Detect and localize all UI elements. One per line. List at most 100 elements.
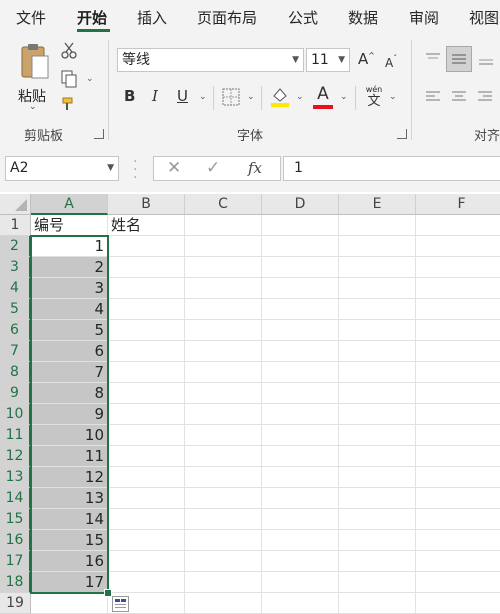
quick-analysis-icon[interactable] [112,596,129,612]
cell-A16[interactable]: 15 [31,530,108,551]
borders-icon[interactable] [222,88,240,106]
align-top-icon[interactable] [425,52,441,66]
phonetic-dropdown-icon[interactable]: ⌄ [389,92,397,102]
row-header-13[interactable]: 13 [0,467,31,488]
cell-E12[interactable] [339,446,416,467]
row-header-19[interactable]: 19 [0,593,31,614]
shrink-font-button[interactable]: Aˇ [385,53,397,71]
cell-B14[interactable] [108,488,185,509]
cell-F14[interactable] [416,488,500,509]
column-header-E[interactable]: E [339,194,416,215]
row-header-7[interactable]: 7 [0,341,31,362]
row-header-15[interactable]: 15 [0,509,31,530]
italic-button[interactable]: I [152,87,158,105]
row-header-10[interactable]: 10 [0,404,31,425]
cell-E16[interactable] [339,530,416,551]
cell-D2[interactable] [262,236,339,257]
cell-E19[interactable] [339,593,416,614]
cell-C9[interactable] [185,383,262,404]
cell-C14[interactable] [185,488,262,509]
cell-A14[interactable]: 13 [31,488,108,509]
cell-F6[interactable] [416,320,500,341]
cell-A11[interactable]: 10 [31,425,108,446]
tab-data[interactable]: 数据 [348,7,378,28]
cell-C10[interactable] [185,404,262,425]
cell-F11[interactable] [416,425,500,446]
cell-A3[interactable]: 2 [31,257,108,278]
row-header-4[interactable]: 4 [0,278,31,299]
cell-E14[interactable] [339,488,416,509]
cell-D1[interactable] [262,215,339,236]
row-header-14[interactable]: 14 [0,488,31,509]
cell-D4[interactable] [262,278,339,299]
fill-color-dropdown-icon[interactable]: ⌄ [296,92,304,102]
cell-F8[interactable] [416,362,500,383]
cell-E1[interactable] [339,215,416,236]
cell-D19[interactable] [262,593,339,614]
row-header-2[interactable]: 2 [0,236,31,257]
cell-C11[interactable] [185,425,262,446]
cell-B3[interactable] [108,257,185,278]
cell-A7[interactable]: 6 [31,341,108,362]
cell-F9[interactable] [416,383,500,404]
cell-B7[interactable] [108,341,185,362]
insert-function-button[interactable]: fx [248,159,262,177]
tab-view[interactable]: 视图 [469,7,499,28]
cell-F10[interactable] [416,404,500,425]
underline-dropdown-icon[interactable]: ⌄ [199,92,207,102]
row-header-16[interactable]: 16 [0,530,31,551]
cell-C6[interactable] [185,320,262,341]
cell-D5[interactable] [262,299,339,320]
cut-icon[interactable] [60,42,78,60]
cell-C15[interactable] [185,509,262,530]
cell-F5[interactable] [416,299,500,320]
cell-B16[interactable] [108,530,185,551]
row-header-3[interactable]: 3 [0,257,31,278]
cancel-icon[interactable]: ✕ [167,158,181,178]
font-launcher-icon[interactable] [397,129,407,139]
font-name-combo[interactable]: 等线 ▼ [117,48,304,72]
cell-D14[interactable] [262,488,339,509]
cell-E17[interactable] [339,551,416,572]
row-header-1[interactable]: 1 [0,215,31,236]
select-all-corner[interactable] [0,194,31,215]
cell-A17[interactable]: 16 [31,551,108,572]
copy-dropdown-icon[interactable]: ⌄ [86,74,94,84]
cell-C3[interactable] [185,257,262,278]
cell-E3[interactable] [339,257,416,278]
cell-D15[interactable] [262,509,339,530]
cell-D17[interactable] [262,551,339,572]
cell-F12[interactable] [416,446,500,467]
cell-C4[interactable] [185,278,262,299]
cell-B13[interactable] [108,467,185,488]
cell-D9[interactable] [262,383,339,404]
column-header-B[interactable]: B [108,194,185,215]
row-header-18[interactable]: 18 [0,572,31,593]
cell-E10[interactable] [339,404,416,425]
cell-E2[interactable] [339,236,416,257]
cell-E4[interactable] [339,278,416,299]
copy-icon[interactable] [60,70,78,88]
cell-C2[interactable] [185,236,262,257]
cell-A4[interactable]: 3 [31,278,108,299]
formula-input[interactable]: 1 [283,156,500,181]
cell-F18[interactable] [416,572,500,593]
cell-E7[interactable] [339,341,416,362]
cell-A1[interactable]: 编号 [31,215,108,236]
cell-B10[interactable] [108,404,185,425]
cell-B17[interactable] [108,551,185,572]
cell-C8[interactable] [185,362,262,383]
cell-C16[interactable] [185,530,262,551]
cell-F19[interactable] [416,593,500,614]
cell-F16[interactable] [416,530,500,551]
cell-D3[interactable] [262,257,339,278]
row-header-6[interactable]: 6 [0,320,31,341]
font-color-button[interactable]: A [313,84,333,109]
cell-C1[interactable] [185,215,262,236]
fill-handle[interactable] [104,589,112,597]
cell-B6[interactable] [108,320,185,341]
cell-F17[interactable] [416,551,500,572]
align-left-icon[interactable] [425,90,441,104]
row-header-11[interactable]: 11 [0,425,31,446]
cell-B18[interactable] [108,572,185,593]
